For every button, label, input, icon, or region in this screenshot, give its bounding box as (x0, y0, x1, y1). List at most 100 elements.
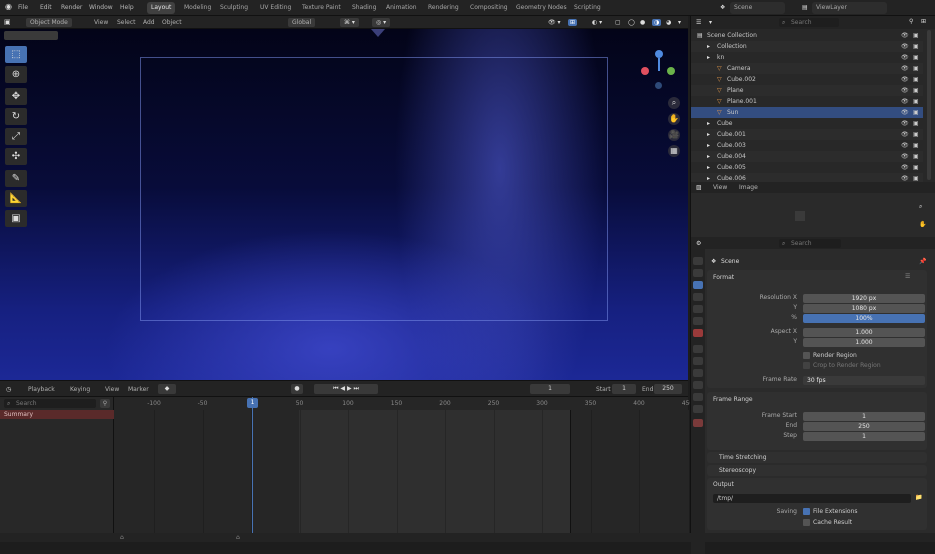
auto-key-icon[interactable]: ● (291, 384, 303, 394)
menu-file[interactable]: File (18, 4, 28, 11)
render-visibility-icon[interactable]: ▣ (913, 74, 919, 85)
select-box-tool-icon[interactable]: ⬚ (5, 46, 27, 63)
outliner-row[interactable]: ▸ Collection 👁 ▣ (691, 41, 923, 52)
menu-timeline-view[interactable]: View (105, 386, 119, 393)
tool-tab-icon[interactable] (693, 257, 703, 265)
ortho-toggle-icon[interactable]: ▦ (668, 145, 680, 157)
render-visibility-icon[interactable]: ▣ (913, 63, 919, 74)
outliner-search-input[interactable]: ⌕ Search (779, 18, 839, 27)
menu-render[interactable]: Render (61, 4, 82, 11)
measure-tool-icon[interactable]: 📐 (5, 190, 27, 207)
render-visibility-icon[interactable]: ▣ (913, 151, 919, 162)
zoom-icon[interactable]: ⌕ (668, 97, 680, 109)
outliner-row[interactable]: ▸ Cube 👁 ▣ (691, 118, 923, 129)
tab-rendering[interactable]: Rendering (424, 2, 463, 14)
visibility-eye-icon[interactable]: 👁 (901, 140, 909, 151)
summary-row[interactable]: Summary (0, 410, 114, 419)
scene-selector[interactable]: Scene (730, 2, 785, 14)
gizmo-z-axis-icon[interactable] (655, 50, 663, 58)
frame-step-field[interactable]: 1 (803, 432, 925, 441)
xray-icon[interactable]: ▢ (615, 19, 621, 26)
gizmo-x-axis-icon[interactable] (641, 67, 649, 75)
select-mode-buttons[interactable] (4, 31, 58, 40)
gizmo-y-axis-icon[interactable] (667, 67, 675, 75)
navigation-gizmo[interactable] (638, 49, 680, 91)
tab-modeling[interactable]: Modeling (180, 2, 215, 14)
pan-icon[interactable]: ✋ (668, 113, 680, 125)
render-tab-icon[interactable] (693, 269, 703, 277)
tab-shading[interactable]: Shading (348, 2, 380, 14)
visibility-eye-icon[interactable]: 👁 (901, 107, 909, 118)
playhead-frame-badge[interactable]: 1 (247, 398, 258, 408)
cache-result-checkbox[interactable] (803, 519, 810, 526)
gizmo-neg-z-icon[interactable] (655, 82, 662, 89)
resolution-y-field[interactable]: 1080 px (803, 304, 925, 313)
render-visibility-icon[interactable]: ▣ (913, 41, 919, 52)
display-mode-icon[interactable]: ▾ (709, 19, 712, 26)
render-visibility-icon[interactable]: ▣ (913, 96, 919, 107)
menu-view[interactable]: View (94, 19, 108, 26)
outliner-row[interactable]: ▽ Cube.002 👁 ▣ (691, 74, 923, 85)
channel-search-input[interactable]: ⌕ Search (4, 399, 96, 408)
camera-view-icon[interactable]: 🎥 (668, 129, 680, 141)
frame-start-field[interactable]: 1 (803, 412, 925, 421)
output-path-field[interactable]: /tmp/ (713, 494, 911, 503)
outliner-row[interactable]: ▸ Cube.004 👁 ▣ (691, 151, 923, 162)
object-tab-icon[interactable] (693, 345, 703, 353)
outliner-row[interactable]: ▸ Cube.001 👁 ▣ (691, 129, 923, 140)
annotate-tool-icon[interactable]: ✎ (5, 170, 27, 187)
visibility-eye-icon[interactable]: 👁 (901, 96, 909, 107)
menu-add[interactable]: Add (143, 19, 155, 26)
menu-keying[interactable]: Keying (70, 386, 90, 393)
shading-rendered-icon[interactable]: ◕ (666, 19, 671, 26)
render-visibility-icon[interactable]: ▣ (913, 30, 919, 41)
image-pan-icon[interactable]: ✋ (919, 221, 926, 228)
transform-orientation[interactable]: Global (288, 18, 316, 27)
output-title[interactable]: Output (713, 481, 734, 488)
image-editor-icon[interactable]: ▨ (696, 184, 702, 191)
image-editor-view-menu[interactable]: View (713, 184, 727, 191)
viewlayer-selector[interactable]: ViewLayer (812, 2, 887, 14)
outliner-filter-icon[interactable]: ⚲ (909, 18, 913, 25)
image-zoom-icon[interactable]: ⌕ (919, 203, 922, 211)
output-tab-icon[interactable] (693, 281, 703, 289)
visibility-eye-icon[interactable]: 👁 (901, 162, 909, 173)
properties-editor-icon[interactable]: ⚙ (696, 240, 701, 247)
visibility-eye-icon[interactable]: 👁 (901, 151, 909, 162)
aspect-y-field[interactable]: 1.000 (803, 338, 925, 347)
playhead-line[interactable] (252, 397, 253, 538)
texture-tab-icon[interactable] (693, 419, 703, 427)
render-visibility-icon[interactable]: ▣ (913, 129, 919, 140)
presets-icon[interactable]: ☰ (905, 273, 910, 280)
tab-compositing[interactable]: Compositing (466, 2, 512, 14)
start-frame-field[interactable]: 1 (612, 384, 636, 394)
aspect-x-field[interactable]: 1.000 (803, 328, 925, 337)
outliner-row[interactable]: ▽ Sun 👁 ▣ (691, 107, 923, 118)
render-visibility-icon[interactable]: ▣ (913, 52, 919, 63)
outliner-scrollbar[interactable] (927, 30, 931, 180)
frame-end-field[interactable]: 250 (803, 422, 925, 431)
file-extensions-checkbox[interactable] (803, 508, 810, 515)
properties-search-input[interactable]: ⌕ Search (779, 239, 841, 248)
transform-tool-icon[interactable]: ✣ (5, 148, 27, 165)
visibility-eye-icon[interactable]: 👁 (901, 30, 909, 41)
image-editor-canvas[interactable]: ⌕ ✋ (691, 193, 935, 237)
shading-material-icon[interactable]: ◑ (652, 19, 662, 26)
outliner-row[interactable]: ▸ kn 👁 ▣ (691, 52, 923, 63)
visibility-eye-icon[interactable]: 👁 (901, 41, 909, 52)
3d-viewport[interactable]: ⬚ ⊕ ✥ ↻ ⤢ ✣ ✎ 📐 ▣ ⌕ ✋ 🎥 ▦ (0, 29, 688, 380)
menu-window[interactable]: Window (89, 4, 113, 11)
render-visibility-icon[interactable]: ▣ (913, 107, 919, 118)
modifier-tab-icon[interactable] (693, 357, 703, 365)
overlay-icon[interactable]: ◐ ▾ (592, 19, 602, 26)
constraints-tab-icon[interactable] (693, 393, 703, 401)
visibility-eye-icon[interactable]: 👁 (901, 129, 909, 140)
menu-select[interactable]: Select (117, 19, 136, 26)
outliner-row[interactable]: ▽ Camera 👁 ▣ (691, 63, 923, 74)
timeline-area[interactable]: -100-50050100150200250300350400450500 1 (114, 397, 742, 542)
render-visibility-icon[interactable]: ▣ (913, 85, 919, 96)
mode-selector[interactable]: Object Mode (26, 18, 72, 27)
visibility-icon[interactable]: 👁 ▾ (548, 19, 561, 26)
visibility-eye-icon[interactable]: 👁 (901, 63, 909, 74)
frame-range-title[interactable]: Frame Range (713, 396, 753, 403)
